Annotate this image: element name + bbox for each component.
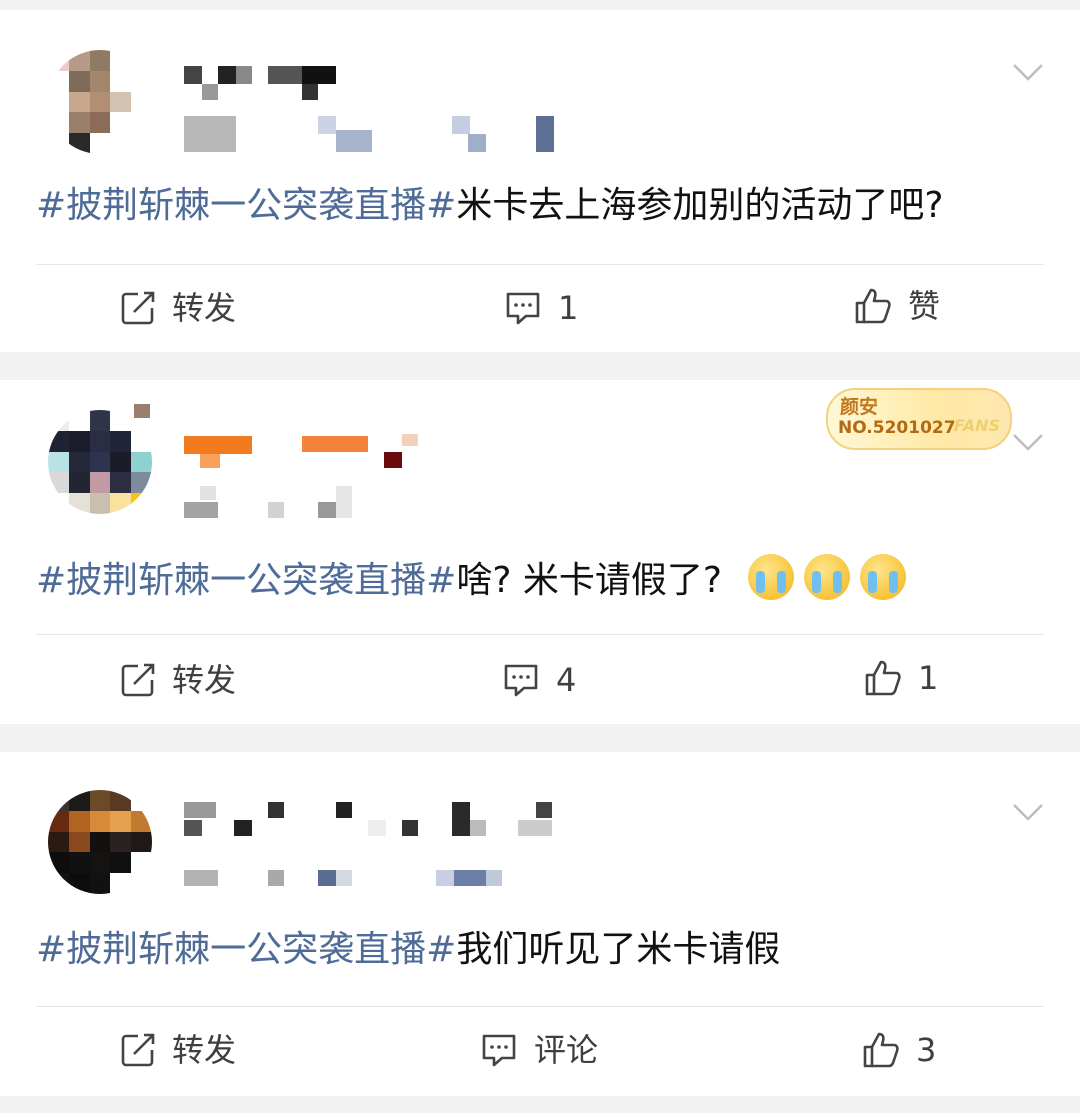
avatar[interactable] [48,410,152,514]
comment-count: 1 [558,289,579,327]
repost-button[interactable]: 转发 [120,288,236,328]
divider [36,264,1044,265]
repost-label: 转发 [172,289,237,327]
crying-face-icon [860,554,907,600]
like-label: 赞 [908,287,941,325]
post-text: #披荆斩棘一公突袭直播#米卡去上海参加别的活动了吧? [36,182,1050,230]
comment-count: 4 [556,661,577,699]
repost-icon [121,1033,155,1067]
chevron-down-icon[interactable] [1012,802,1044,822]
avatar-decoration [134,404,150,418]
avatar[interactable] [48,50,152,154]
repost-label: 转发 [172,1031,237,1069]
post-body: 我们听见了米卡请假 [456,929,781,970]
repost-button[interactable]: 转发 [120,660,236,700]
post-body: 米卡去上海参加别的活动了吧? [456,185,944,226]
badge-fans: FANS [953,416,1000,435]
thumbs-up-icon [865,660,901,696]
divider [36,1006,1044,1007]
like-button[interactable]: 1 [864,658,938,698]
like-button[interactable]: 3 [862,1030,936,1070]
hashtag-link[interactable]: #披荆斩棘一公突袭直播# [36,185,456,226]
hashtag-link[interactable]: #披荆斩棘一公突袭直播# [36,560,456,601]
comment-icon [504,664,538,697]
scroll-indicator [0,1105,1080,1113]
like-count: 1 [918,659,939,697]
thumbs-up-icon [863,1032,899,1068]
crying-face-icon [748,554,795,600]
comment-button[interactable]: 1 [504,288,578,328]
like-button[interactable]: 赞 [854,286,940,326]
chevron-down-icon[interactable] [1012,62,1044,82]
comment-button[interactable]: 4 [502,660,576,700]
hashtag-link[interactable]: #披荆斩棘一公突袭直播# [36,929,456,970]
fan-badge[interactable]: 颜安 NO.5201027 FANS [826,388,1012,450]
comment-button[interactable]: 评论 [480,1030,598,1070]
repost-label: 转发 [172,661,237,699]
post-card-1: #披荆斩棘一公突袭直播#米卡去上海参加别的活动了吧? 转发 1 赞 [0,10,1080,352]
thumbs-up-icon [855,288,891,324]
repost-button[interactable]: 转发 [120,1030,236,1070]
avatar[interactable] [48,790,152,894]
like-count: 3 [916,1031,937,1069]
comment-label: 评论 [534,1031,599,1069]
post-text: #披荆斩棘一公突袭直播#啥? 米卡请假了? [36,554,1050,605]
divider [36,634,1044,635]
badge-number: NO.5201027 [838,418,956,438]
repost-icon [121,663,155,697]
comment-icon [506,292,540,325]
chevron-down-icon[interactable] [1012,432,1044,452]
repost-icon [121,291,155,325]
post-body: 啥? 米卡请假了? [456,560,723,601]
crying-face-icon [804,554,851,600]
post-text: #披荆斩棘一公突袭直播#我们听见了米卡请假 [36,926,1050,974]
comment-icon [482,1034,516,1067]
badge-name: 颜安 [840,396,879,418]
